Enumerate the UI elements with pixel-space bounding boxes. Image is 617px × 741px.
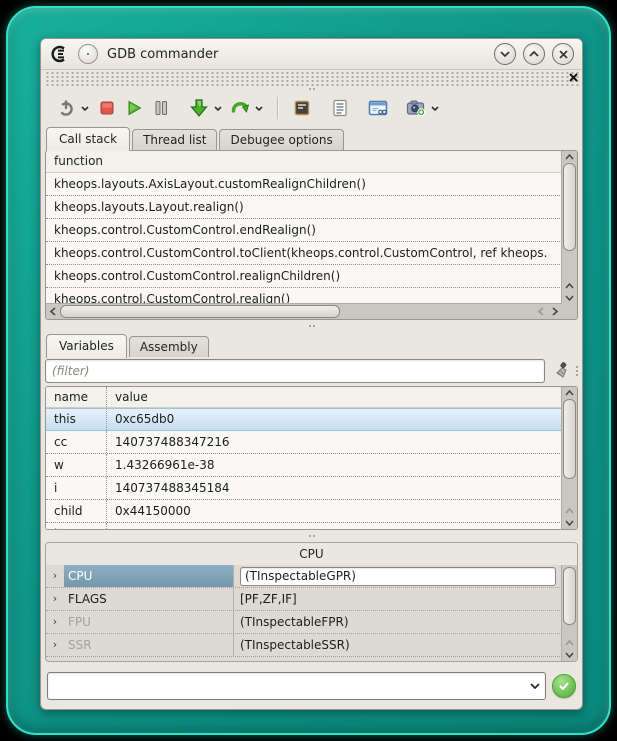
window-title: GDB commander <box>107 47 218 62</box>
top-tabbar: Call stackThread listDebugee options <box>41 125 582 150</box>
filter-splitter-grip <box>576 366 578 376</box>
scroll-up-stepper[interactable] <box>562 280 577 292</box>
shade-down-button[interactable] <box>494 43 516 65</box>
callstack-row[interactable]: kheops.control.CustomControl.realign() <box>46 288 562 304</box>
variable-row[interactable]: w 1.43266961e-38 <box>46 454 562 477</box>
tab[interactable]: Variables <box>46 334 127 358</box>
cpu-group-title: CPU <box>46 543 577 565</box>
tab[interactable]: Assembly <box>129 336 209 357</box>
log-icon[interactable] <box>329 97 351 119</box>
tab[interactable]: Thread list <box>132 129 217 150</box>
callstack-row[interactable]: kheops.layouts.AxisLayout.customRealignC… <box>46 173 562 196</box>
cpu-register-row[interactable]: › FPU (TInspectableFPR) <box>46 611 562 634</box>
power-dropdown-chevron-icon[interactable] <box>79 97 91 119</box>
scrollbar-thumb[interactable] <box>563 399 576 479</box>
expand-chevron-icon[interactable]: › <box>46 611 64 633</box>
variables-panel: name value this 0xc65db0 cc <box>45 386 578 530</box>
scroll-down-stepper[interactable] <box>562 292 577 304</box>
cpu-inspector: CPU › CPU (TInspectableGPR) › FLAGS [ <box>45 542 578 662</box>
expand-chevron-icon[interactable]: › <box>46 588 64 610</box>
scrollbar-thumb[interactable] <box>563 163 576 251</box>
gdb-commander-window: GDB commander <box>40 38 583 710</box>
callstack-row[interactable]: kheops.control.CustomControl.endRealign(… <box>46 219 562 242</box>
gdb-command-combobox[interactable] <box>47 672 546 700</box>
column-value[interactable]: value <box>107 387 562 407</box>
power-icon[interactable] <box>55 97 77 119</box>
cpu-view-icon[interactable] <box>291 97 313 119</box>
window-menu-button[interactable] <box>78 44 98 64</box>
expand-chevron-icon[interactable]: › <box>46 565 64 587</box>
scroll-left-stepper[interactable] <box>46 304 60 319</box>
callstack-list: kheops.layouts.AxisLayout.customRealignC… <box>46 173 562 304</box>
toolbar-separator <box>277 97 279 119</box>
callstack-vertical-scrollbar <box>561 151 577 304</box>
step-over-dropdown-chevron-icon[interactable] <box>253 97 265 119</box>
filter-input[interactable] <box>45 359 545 383</box>
gdb-command-input[interactable] <box>48 679 525 693</box>
callstack-row[interactable]: kheops.layouts.Layout.realign() <box>46 196 562 219</box>
tab[interactable]: Debugee options <box>219 129 343 150</box>
scroll-down-stepper[interactable] <box>562 649 577 661</box>
variable-row[interactable]: i 140737488345184 <box>46 477 562 500</box>
app-logo-ce-icon <box>49 45 71 63</box>
cpu-vertical-scrollbar <box>561 565 577 661</box>
expand-chevron-icon[interactable]: › <box>46 634 64 656</box>
step-into-icon[interactable] <box>188 97 210 119</box>
callstack-horizontal-scrollbar <box>46 303 562 319</box>
scroll-up-stepper[interactable] <box>562 637 577 649</box>
scroll-right-stepper[interactable] <box>548 304 562 319</box>
variable-row[interactable]: this 0xc65db0 <box>46 408 562 431</box>
cpu-register-row[interactable]: › SSR (TInspectableSSR) <box>46 634 562 657</box>
dock-close-icon[interactable] <box>569 73 578 82</box>
variables-header: name value <box>46 387 562 408</box>
combobox-chevron-icon[interactable] <box>525 683 545 689</box>
tab[interactable]: Call stack <box>46 127 130 151</box>
mid-tabbar: VariablesAssembly <box>41 332 582 357</box>
shade-up-button[interactable] <box>523 43 545 65</box>
variable-row[interactable]: h 1.43266961e-38 <box>46 523 562 529</box>
scrollbar-thumb[interactable] <box>60 305 340 318</box>
callstack-row[interactable]: kheops.control.CustomControl.toClient(kh… <box>46 242 562 265</box>
variable-row[interactable]: cc 140737488347216 <box>46 431 562 454</box>
debug-toolbar <box>41 91 582 125</box>
clear-filter-broom-icon[interactable] <box>549 360 571 382</box>
screenshot-root: GDB commander <box>0 0 617 741</box>
scroll-up-stepper[interactable] <box>562 151 577 163</box>
column-name[interactable]: name <box>46 387 107 407</box>
cpu-register-list: › CPU (TInspectableGPR) › FLAGS [PF,ZF,I… <box>46 565 562 661</box>
pause-icon[interactable] <box>150 97 172 119</box>
dock-grip[interactable] <box>44 72 579 87</box>
splitter[interactable] <box>41 320 582 332</box>
scroll-left-stepper[interactable] <box>534 304 548 319</box>
variables-list: this 0xc65db0 cc 140737488347216 w <box>46 408 562 529</box>
cpu-register-row[interactable]: › FLAGS [PF,ZF,IF] <box>46 588 562 611</box>
close-window-button[interactable] <box>552 43 574 65</box>
variables-vertical-scrollbar <box>561 387 577 529</box>
cpu-register-row[interactable]: › CPU (TInspectableGPR) <box>46 565 562 588</box>
play-icon[interactable] <box>123 97 145 119</box>
callstack-column-header[interactable]: function <box>46 151 562 173</box>
titlebar: GDB commander <box>41 39 582 70</box>
scroll-up-stepper[interactable] <box>562 387 577 399</box>
scrollbar-thumb[interactable] <box>563 567 576 625</box>
variable-row[interactable]: child 0x44150000 <box>46 500 562 523</box>
snapshot-icon[interactable] <box>405 97 427 119</box>
callstack-row[interactable]: kheops.control.CustomControl.realignChil… <box>46 265 562 288</box>
window-frame: GDB commander <box>6 6 611 735</box>
command-bar <box>41 669 582 709</box>
stop-icon[interactable] <box>96 97 118 119</box>
watch-window-icon[interactable] <box>367 97 389 119</box>
scroll-down-stepper[interactable] <box>562 517 577 529</box>
scrollbar-corner <box>562 304 577 319</box>
scroll-up-stepper[interactable] <box>562 505 577 517</box>
filter-row <box>45 358 578 384</box>
snapshot-dropdown-chevron-icon[interactable] <box>429 97 441 119</box>
flex-gap <box>41 662 582 669</box>
step-over-icon[interactable] <box>229 97 251 119</box>
callstack-panel: function kheops.layouts.AxisLayout.custo… <box>45 150 578 320</box>
send-command-ok-button[interactable] <box>552 674 576 698</box>
splitter[interactable] <box>41 530 582 542</box>
step-into-dropdown-chevron-icon[interactable] <box>212 97 224 119</box>
